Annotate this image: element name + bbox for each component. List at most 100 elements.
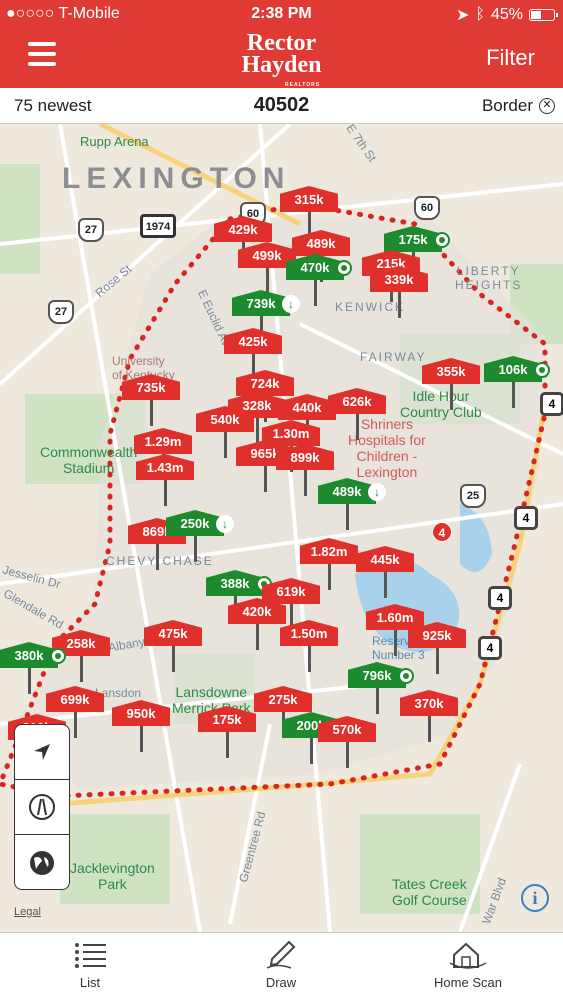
price-pin[interactable]: 699k bbox=[46, 686, 104, 738]
price-pin[interactable]: 739k ↓ bbox=[232, 290, 300, 342]
price-pin[interactable]: 1.82m bbox=[300, 538, 358, 590]
pin-stem bbox=[428, 716, 431, 742]
price-pin[interactable]: 339k bbox=[370, 266, 428, 318]
city-label: LEXINGTON bbox=[62, 162, 291, 195]
price-label: 699k bbox=[46, 686, 104, 712]
legal-link[interactable]: Legal bbox=[14, 906, 41, 918]
map-view[interactable]: LEXINGTON Rupp Arena E 7th St Rose St E … bbox=[0, 124, 563, 932]
price-label: 1.29m bbox=[134, 428, 192, 454]
price-pin[interactable]: 106k bbox=[484, 356, 550, 408]
map-controls bbox=[14, 724, 70, 890]
price-pin[interactable]: 626k bbox=[328, 388, 386, 440]
pencil-icon bbox=[266, 940, 296, 969]
info-icon[interactable]: i bbox=[521, 884, 549, 912]
route-shield: 60 bbox=[414, 196, 440, 220]
cluster-badge[interactable]: 4 bbox=[432, 522, 452, 542]
pin-stem bbox=[328, 564, 331, 590]
pin-stem bbox=[346, 742, 349, 768]
price-pin[interactable]: 315k bbox=[280, 186, 338, 238]
location-arrow-icon bbox=[34, 744, 50, 760]
route-marker: 4 bbox=[488, 586, 512, 610]
route-shield: 27 bbox=[48, 300, 74, 324]
price-pin[interactable]: 380k bbox=[0, 642, 66, 694]
pin-stem bbox=[164, 480, 167, 506]
price-pin[interactable]: 1.43m bbox=[136, 454, 194, 506]
price-pin[interactable]: 735k bbox=[122, 374, 180, 426]
rupp-arena-label: Rupp Arena bbox=[80, 134, 149, 149]
pin-stem bbox=[150, 400, 153, 426]
price-label: 420k bbox=[228, 598, 286, 624]
price-drop-icon: ↓ bbox=[216, 515, 234, 533]
price-pin[interactable]: 355k bbox=[422, 358, 480, 410]
price-pin[interactable]: 250k ↓ bbox=[166, 510, 234, 562]
route-marker: 4 bbox=[514, 506, 538, 530]
tab-home-scan[interactable]: Home Scan bbox=[408, 939, 528, 990]
road-icon bbox=[29, 794, 55, 820]
price-pin[interactable]: 570k bbox=[318, 716, 376, 768]
app-header: ●○○○○ T-Mobile 2:38 PM ➤ ᛒ 45% Rector Ha… bbox=[0, 0, 563, 88]
price-pin[interactable]: 445k bbox=[356, 546, 414, 598]
tab-label: Draw bbox=[265, 975, 297, 990]
price-pin[interactable]: 925k bbox=[408, 622, 466, 674]
price-pin[interactable]: 470k bbox=[286, 254, 352, 306]
open-house-icon bbox=[398, 668, 414, 684]
price-pin[interactable]: 540k bbox=[196, 406, 254, 458]
pin-stem bbox=[308, 646, 311, 672]
price-label: 540k bbox=[196, 406, 254, 432]
price-pin[interactable]: 475k bbox=[144, 620, 202, 672]
price-pin[interactable]: 899k bbox=[276, 444, 334, 496]
price-pin[interactable]: 796k bbox=[348, 662, 414, 714]
filter-button[interactable]: Filter bbox=[486, 45, 535, 71]
price-pin[interactable]: 1.50m bbox=[280, 620, 338, 672]
price-label: 925k bbox=[408, 622, 466, 648]
price-label: 315k bbox=[280, 186, 338, 212]
neighborhood-label: CHEVY CHASE bbox=[106, 554, 214, 568]
locate-button[interactable] bbox=[15, 725, 69, 780]
globe-icon bbox=[30, 850, 54, 875]
route-view-button[interactable] bbox=[15, 780, 69, 835]
price-label: 570k bbox=[318, 716, 376, 742]
route-shield: 25 bbox=[460, 484, 486, 508]
battery-icon bbox=[529, 9, 558, 21]
location-arrow-icon: ➤ bbox=[455, 7, 470, 24]
satellite-button[interactable] bbox=[15, 835, 69, 890]
price-label: 175k bbox=[198, 706, 256, 732]
tab-label: List bbox=[79, 975, 101, 990]
battery-group: ➤ ᛒ 45% bbox=[455, 5, 558, 25]
price-pin[interactable]: 370k bbox=[400, 690, 458, 742]
price-drop-icon: ↓ bbox=[368, 483, 386, 501]
bottom-tab-bar: List Draw Home Scan bbox=[0, 932, 563, 1000]
tab-label: Home Scan bbox=[434, 975, 502, 990]
price-pin[interactable]: 175k bbox=[198, 706, 256, 758]
price-pin[interactable]: 388k bbox=[206, 570, 272, 622]
price-label: 339k bbox=[370, 266, 428, 292]
pin-stem bbox=[376, 688, 379, 714]
price-label: 950k bbox=[112, 700, 170, 726]
neighborhood-label: FAIRWAY bbox=[360, 350, 427, 364]
poi-label: Shriners Hospitals for Children - Lexing… bbox=[348, 416, 426, 480]
tab-list[interactable]: List bbox=[30, 939, 150, 990]
route-shield: 27 bbox=[78, 218, 104, 242]
house-scan-icon bbox=[449, 942, 487, 969]
status-bar: ●○○○○ T-Mobile 2:38 PM ➤ ᛒ 45% bbox=[0, 0, 563, 30]
close-icon: ✕ bbox=[539, 98, 555, 114]
pin-stem bbox=[346, 504, 349, 530]
pin-stem bbox=[314, 280, 317, 306]
price-pin[interactable]: 950k bbox=[112, 700, 170, 752]
tab-draw[interactable]: Draw bbox=[221, 939, 341, 990]
border-clear-button[interactable]: Border ✕ bbox=[482, 96, 555, 116]
price-pin[interactable]: 420k bbox=[228, 598, 286, 650]
neighborhood-label: LIBERTY HEIGHTS bbox=[455, 264, 523, 292]
price-drop-icon: ↓ bbox=[282, 295, 300, 313]
price-pin[interactable]: 489k ↓ bbox=[318, 478, 386, 530]
price-pin[interactable]: 425k bbox=[224, 328, 282, 380]
search-info-bar: 75 newest 40502 Border ✕ bbox=[0, 88, 563, 124]
price-label: 275k bbox=[254, 686, 312, 712]
pin-stem bbox=[394, 630, 397, 656]
price-label: 370k bbox=[400, 690, 458, 716]
open-house-icon bbox=[434, 232, 450, 248]
price-label: 899k bbox=[276, 444, 334, 470]
results-count[interactable]: 75 newest bbox=[14, 96, 92, 116]
price-label: 425k bbox=[224, 328, 282, 354]
pin-stem bbox=[80, 656, 83, 682]
